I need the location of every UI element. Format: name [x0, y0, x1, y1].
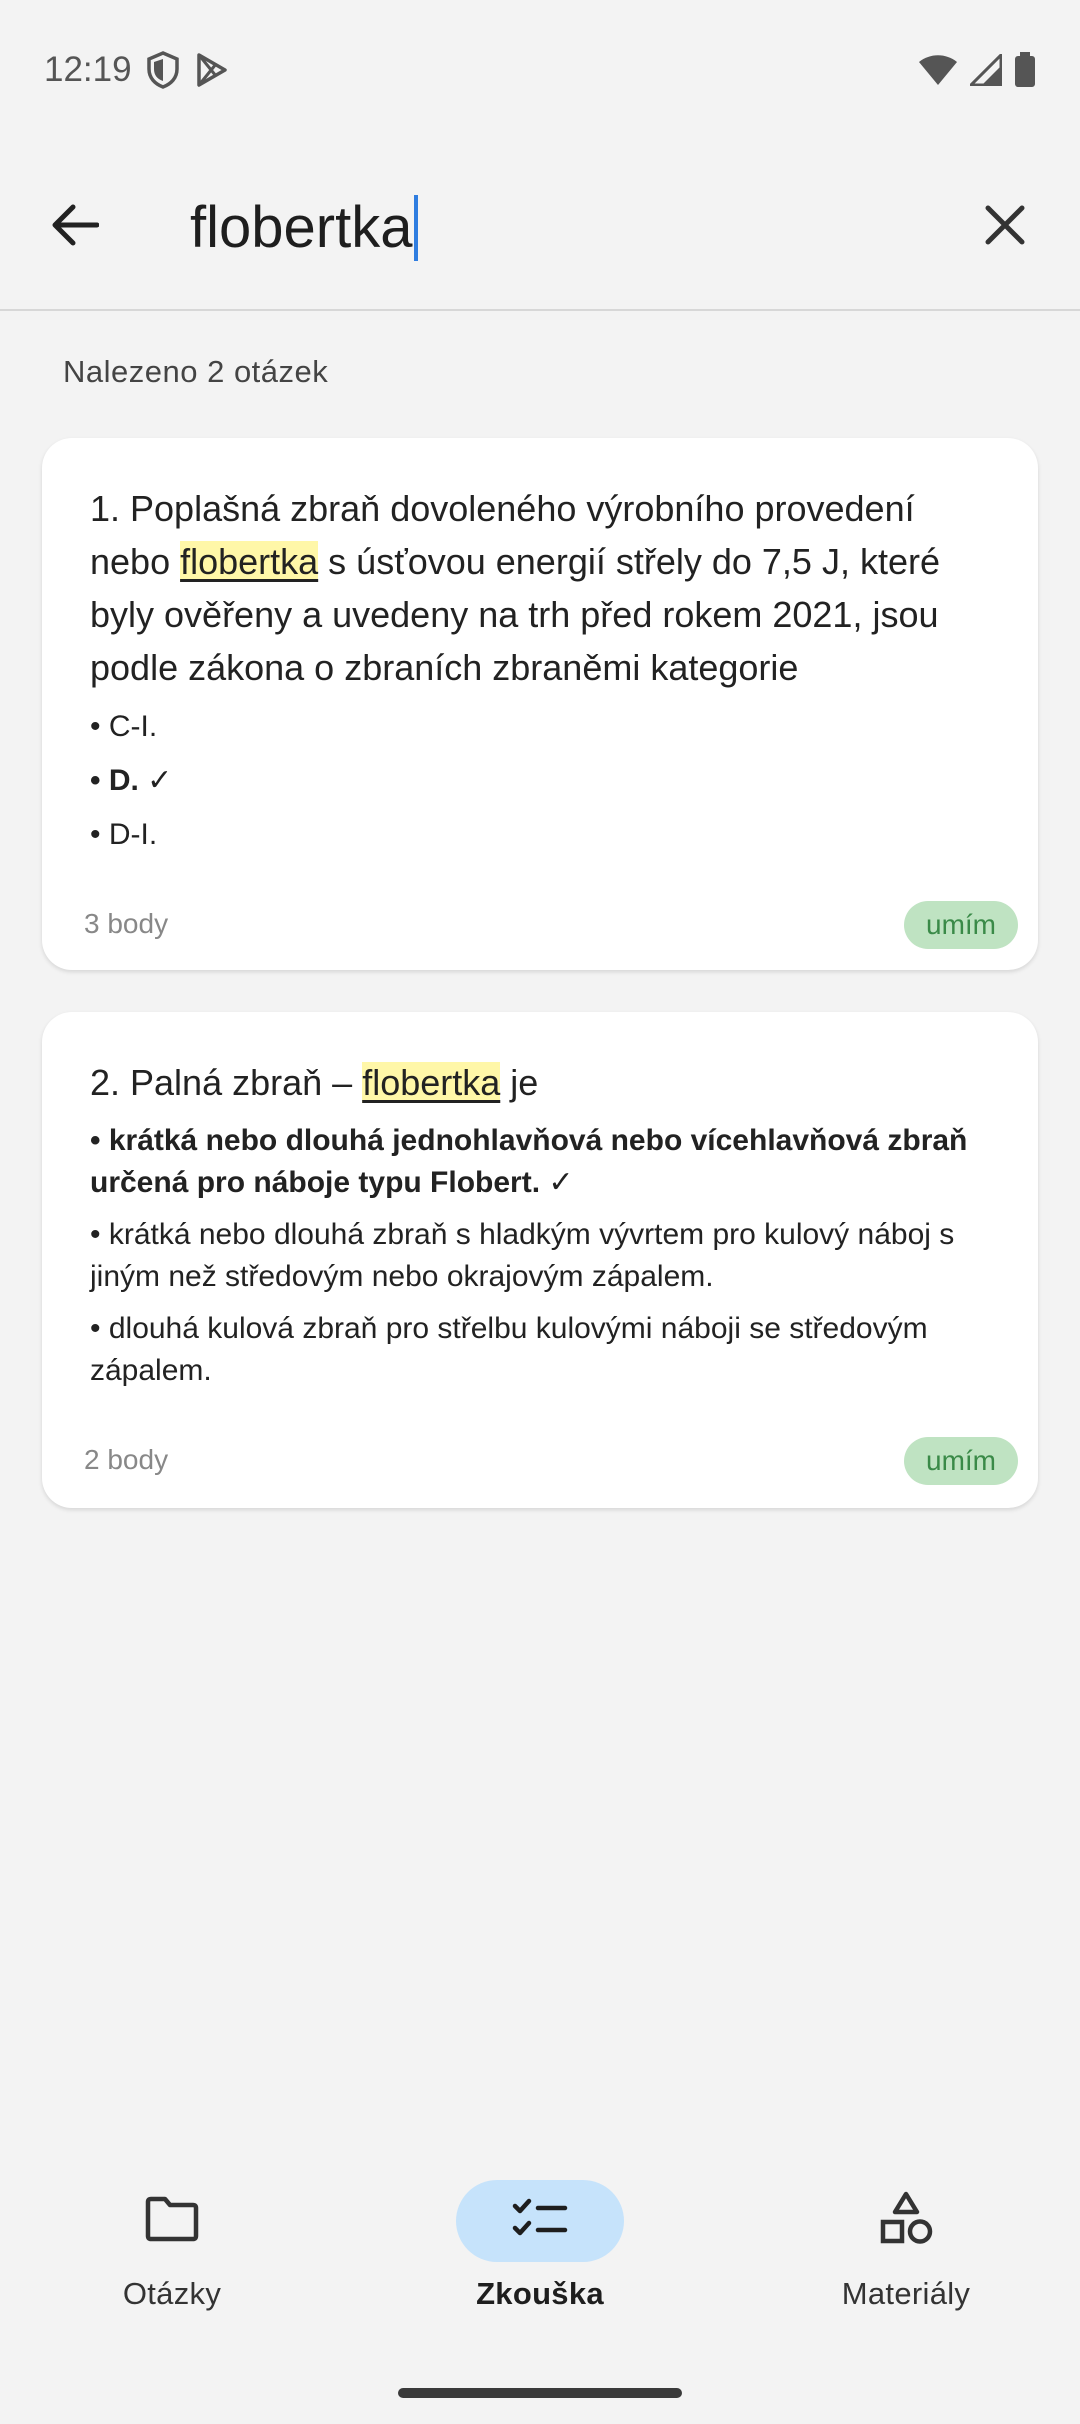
- question-text: 2. Palná zbraň – flobertka je: [90, 1062, 539, 1103]
- checklist-icon: [512, 2196, 568, 2247]
- arrow-back-icon: [51, 203, 100, 252]
- search-query: flobertka: [190, 195, 413, 260]
- status-left: 12:19: [44, 50, 230, 90]
- status-bar: 12:19: [0, 0, 1080, 140]
- points-label: 2 body: [84, 1444, 169, 1475]
- back-button[interactable]: [40, 192, 110, 262]
- search-divider: [0, 309, 1080, 311]
- answer-list: • krátká nebo dlouhá jednohlavňová nebo …: [90, 1120, 990, 1402]
- bottom-navigation: Otázky Zkouška Materiály: [0, 2140, 1080, 2424]
- cell-signal-icon: [970, 54, 1002, 86]
- nav-label: Materiály: [841, 2276, 971, 2311]
- answer-option: • krátká nebo dlouhá zbraň s hladkým výv…: [90, 1218, 955, 1293]
- nav-pill: [822, 2180, 990, 2262]
- clear-search-button[interactable]: [970, 192, 1040, 262]
- status-right: [918, 52, 1036, 88]
- nav-label: Otázky: [122, 2276, 222, 2311]
- question-card[interactable]: 1. Poplašná zbraň dovoleného výrobního p…: [42, 438, 1038, 970]
- nav-label: Zkouška: [476, 2276, 604, 2311]
- search-highlight: flobertka: [180, 541, 319, 582]
- nav-item-otazky[interactable]: Otázky: [22, 2180, 322, 2330]
- nav-pill: [88, 2180, 256, 2262]
- status-badge: umím: [904, 901, 1018, 949]
- text-caret: [414, 195, 419, 261]
- wifi-icon: [918, 54, 958, 86]
- search-bar: flobertka: [0, 140, 1080, 310]
- answer-option-correct: • D. ✓: [90, 764, 173, 797]
- search-input[interactable]: flobertka: [190, 180, 950, 276]
- points-label: 3 body: [84, 908, 169, 939]
- answer-option-correct: • krátká nebo dlouhá jednohlavňová nebo …: [90, 1124, 968, 1199]
- question-card[interactable]: 2. Palná zbraň – flobertka je • krátká n…: [42, 1012, 1038, 1508]
- answer-list: • C-I. • D. ✓ • D-I.: [90, 706, 990, 868]
- nav-pill-active: [456, 2180, 624, 2262]
- question-text: 1. Poplašná zbraň dovoleného výrobního p…: [90, 488, 940, 688]
- results-count: Nalezeno 2 otázek: [63, 354, 329, 389]
- search-highlight: flobertka: [362, 1062, 501, 1103]
- answer-option: • C-I.: [90, 710, 158, 743]
- folder-icon: [144, 2196, 200, 2247]
- answer-option: • dlouhá kulová zbraň pro střelbu kulový…: [90, 1312, 928, 1387]
- play-store-icon: [194, 52, 230, 88]
- shapes-icon: [878, 2191, 934, 2252]
- battery-icon: [1014, 52, 1036, 88]
- answer-option: • D-I.: [90, 818, 158, 851]
- nav-item-materialy[interactable]: Materiály: [756, 2180, 1056, 2330]
- status-badge: umím: [904, 1437, 1018, 1485]
- home-indicator[interactable]: [398, 2388, 682, 2398]
- nav-item-zkouska[interactable]: Zkouška: [390, 2180, 690, 2330]
- status-time: 12:19: [44, 50, 132, 89]
- shield-icon: [146, 51, 180, 89]
- close-icon: [984, 204, 1026, 251]
